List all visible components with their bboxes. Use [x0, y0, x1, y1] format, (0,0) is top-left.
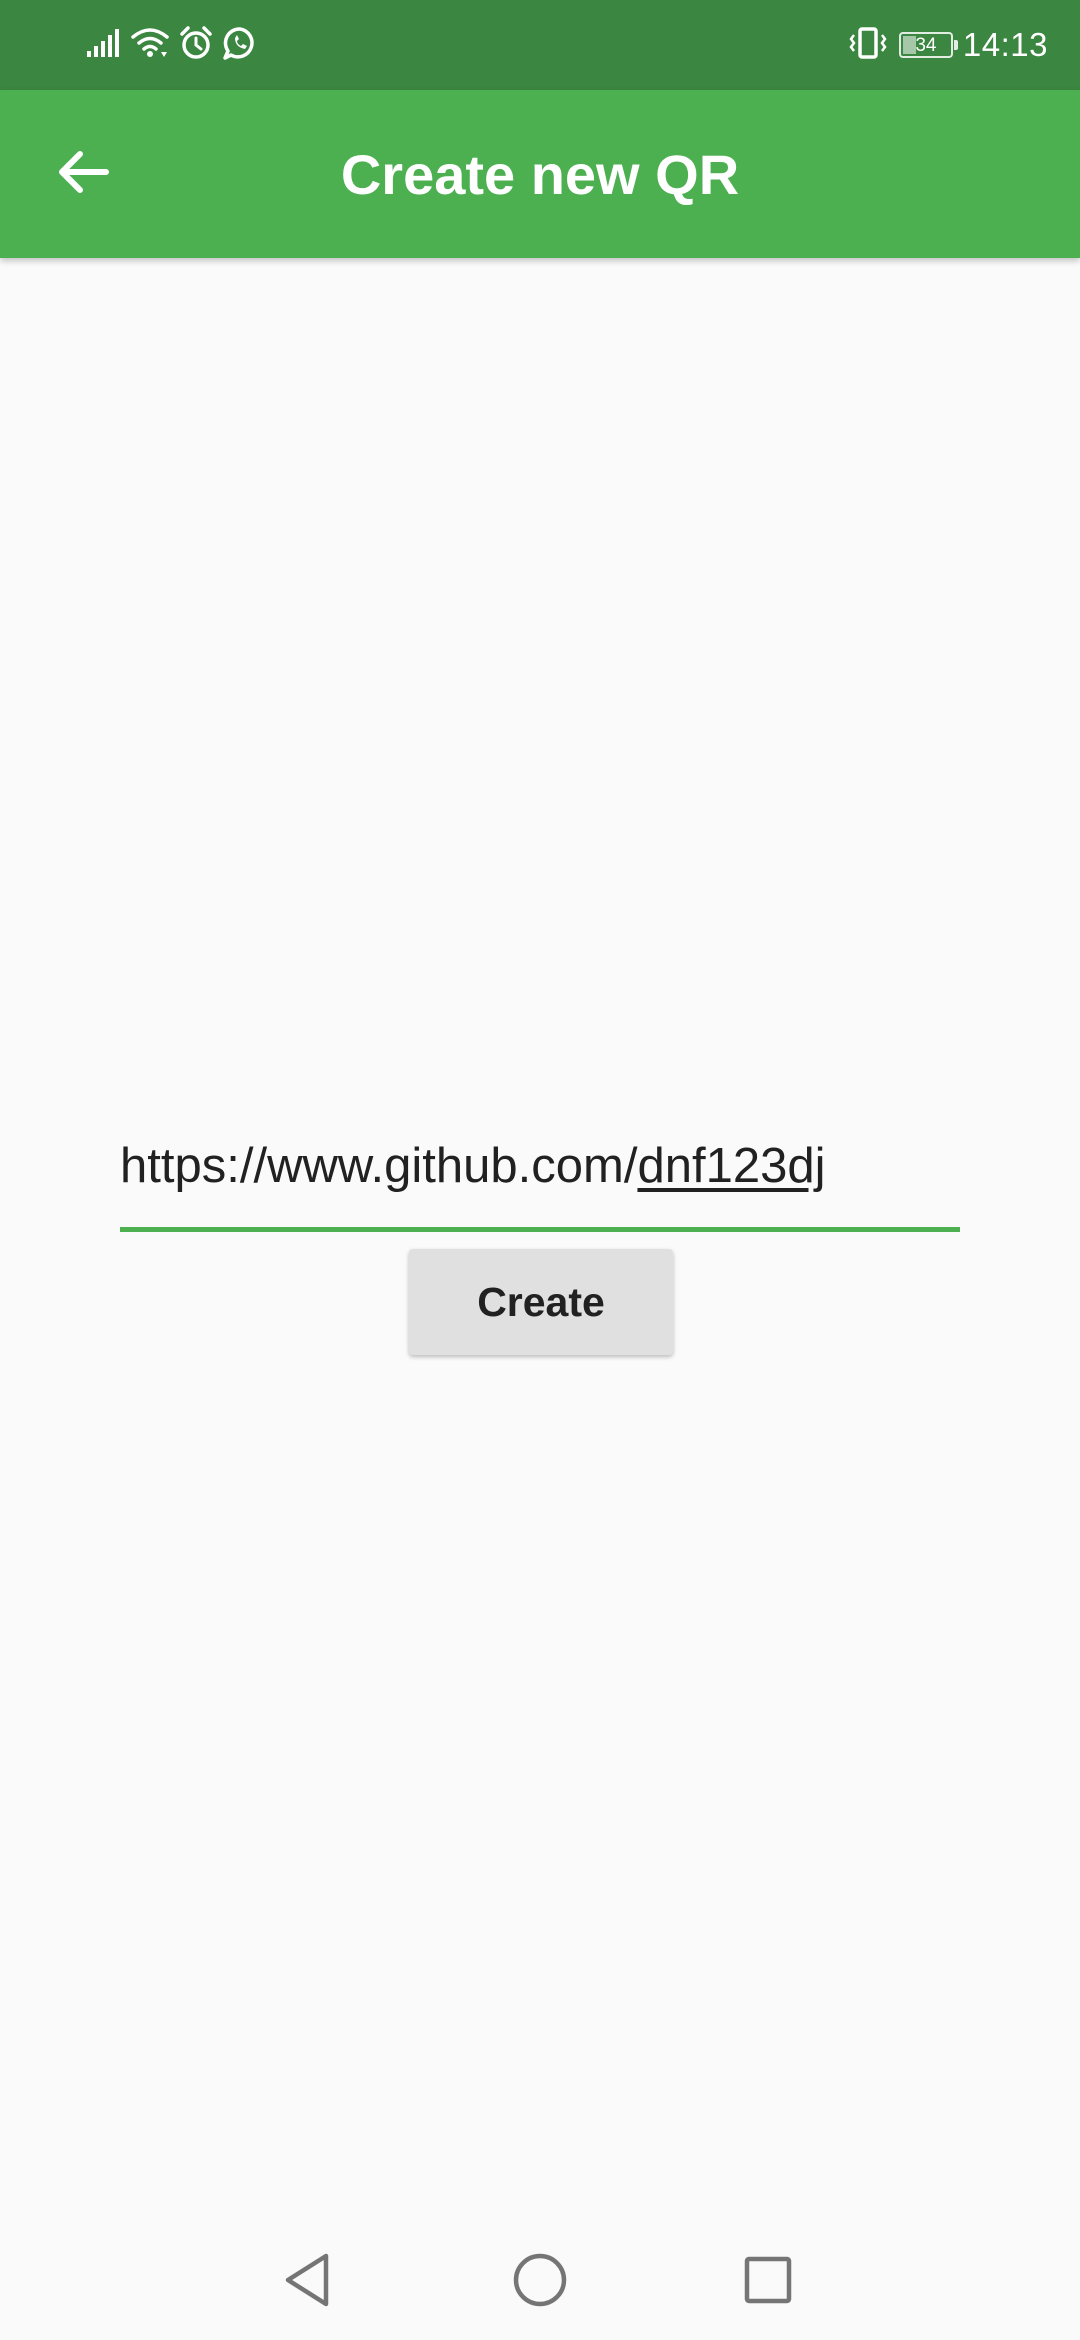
status-time: 14:13	[962, 26, 1048, 63]
whatsapp-icon	[222, 25, 258, 66]
page-title: Create new QR	[340, 143, 740, 206]
nav-recents-button[interactable]	[728, 2242, 808, 2322]
url-input-underline	[120, 1227, 960, 1232]
home-circle-icon	[511, 2251, 569, 2314]
back-triangle-icon	[280, 2250, 336, 2315]
alarm-icon	[178, 25, 214, 66]
url-prefix: https://www.github.com/	[120, 1139, 638, 1193]
wifi-icon	[130, 26, 170, 65]
url-input-value: https://www.github.com/dnf123dj	[120, 1138, 825, 1194]
signal-icon	[86, 27, 122, 64]
navigation-bar	[0, 2214, 1080, 2340]
vibrate-icon	[847, 26, 889, 65]
app-bar: Create new QR	[0, 90, 1080, 258]
nav-back-button[interactable]	[268, 2242, 348, 2322]
create-button[interactable]: Create	[409, 1249, 673, 1355]
nav-home-button[interactable]	[500, 2242, 580, 2322]
recents-square-icon	[742, 2254, 794, 2311]
status-icons-left	[86, 25, 258, 66]
battery-level: 34	[915, 35, 937, 56]
url-input[interactable]: https://www.github.com/dnf123dj	[120, 1120, 960, 1232]
status-bar: 34 14:13	[0, 0, 1080, 90]
create-qr-screen: 34 14:13 Create new QR https://www.githu…	[0, 0, 1080, 2340]
status-icons-right: 34 14:13	[847, 24, 1048, 66]
battery-icon: 34	[898, 32, 958, 58]
url-suffix: dnf123dj	[637, 1139, 826, 1193]
battery-fill	[902, 36, 916, 54]
